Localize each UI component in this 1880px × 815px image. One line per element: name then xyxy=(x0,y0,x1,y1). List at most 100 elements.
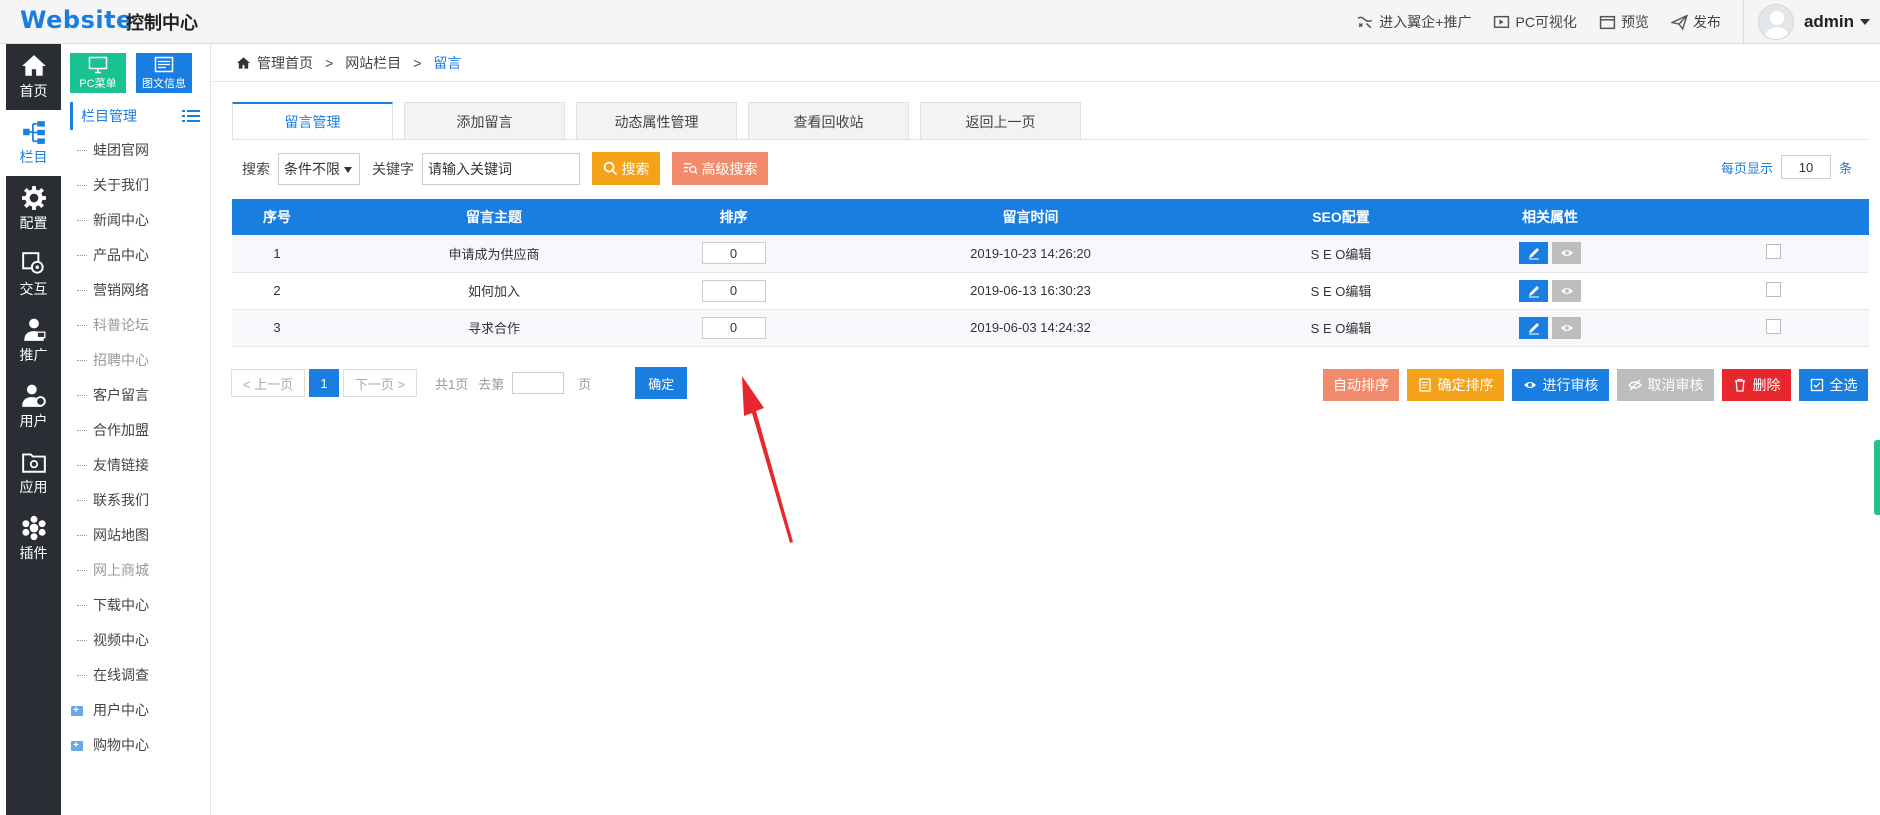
view-button[interactable] xyxy=(1552,242,1581,265)
user-menu[interactable]: admin xyxy=(1742,0,1880,44)
expand-icon[interactable] xyxy=(71,693,83,728)
sidebar-item[interactable]: 招聘中心 xyxy=(61,343,210,378)
audit-button[interactable]: 进行审核 xyxy=(1512,369,1609,401)
prev-page-button[interactable]: < 上一页 xyxy=(231,369,305,397)
sort-input[interactable] xyxy=(701,279,766,302)
condition-select[interactable]: 条件不限 xyxy=(278,152,360,185)
sidebar-item[interactable]: 联系我们 xyxy=(61,483,210,518)
sidebar-item[interactable]: 视频中心 xyxy=(61,623,210,658)
preview-link-label: 预览 xyxy=(1620,14,1649,30)
trash-icon xyxy=(1734,378,1745,392)
sidebar-item[interactable]: 营销网络 xyxy=(61,273,210,308)
publish-link[interactable]: 发布 xyxy=(1670,12,1721,32)
pc-visual-link[interactable]: PC可视化 xyxy=(1493,12,1577,32)
nav-promote[interactable]: 推广 xyxy=(6,308,61,374)
tab-divider xyxy=(232,139,1869,140)
pencil-icon xyxy=(1528,248,1539,260)
user-icon xyxy=(21,384,46,407)
sidebar-item-user-center[interactable]: 用户中心 xyxy=(61,693,210,728)
delete-button[interactable]: 删除 xyxy=(1722,369,1791,401)
row-checkbox[interactable] xyxy=(1766,281,1781,297)
goto-confirm-button[interactable]: 确定 xyxy=(635,367,688,399)
sidebar-item[interactable]: 客户留言 xyxy=(61,378,210,413)
edit-button[interactable] xyxy=(1519,242,1548,265)
row-seo-link[interactable]: S E O编辑 xyxy=(1260,272,1422,310)
cancel-audit-button[interactable]: 取消审核 xyxy=(1617,369,1714,401)
side-handle[interactable] xyxy=(1874,440,1880,515)
sidebar-item[interactable]: 网站地图 xyxy=(61,518,210,553)
nav-app[interactable]: 应用 xyxy=(6,440,61,506)
breadcrumb-section[interactable]: 网站栏目 xyxy=(345,53,401,73)
breadcrumb-separator: > xyxy=(413,54,422,71)
sidebar-item-label: 购物中心 xyxy=(93,737,149,753)
nav-interaction[interactable]: 交互 xyxy=(6,242,61,308)
nav-plugin[interactable]: 插件 xyxy=(6,506,61,572)
row-sort-cell xyxy=(666,309,801,347)
interaction-icon xyxy=(21,252,44,274)
view-button[interactable] xyxy=(1552,316,1581,339)
row-actions xyxy=(1422,272,1678,310)
pencil-icon xyxy=(1528,322,1539,334)
document-icon xyxy=(1418,378,1431,392)
list-icon[interactable] xyxy=(182,109,200,123)
row-checkbox[interactable] xyxy=(1766,244,1781,260)
nav-user-label: 用户 xyxy=(19,413,48,429)
sort-input[interactable] xyxy=(701,316,766,339)
per-page-control: 每页显示 条 xyxy=(1721,155,1852,179)
row-seo-link[interactable]: S E O编辑 xyxy=(1260,309,1422,347)
sidebar-item[interactable]: 产品中心 xyxy=(61,238,210,273)
auto-sort-button[interactable]: 自动排序 xyxy=(1323,369,1399,401)
sidebar-item[interactable]: 合作加盟 xyxy=(61,413,210,448)
sidebar-item[interactable]: 在线调查 xyxy=(61,658,210,693)
sidebar-item[interactable]: 关于我们 xyxy=(61,168,210,203)
nav-plugin-label: 插件 xyxy=(19,545,48,561)
tab-dynamic-attributes[interactable]: 动态属性管理 xyxy=(576,102,737,140)
sidebar-item[interactable]: 蛙团官网 xyxy=(61,133,210,168)
tab-add-message[interactable]: 添加留言 xyxy=(404,102,565,140)
confirm-sort-button[interactable]: 确定排序 xyxy=(1407,369,1504,401)
tab-recycle-bin[interactable]: 查看回收站 xyxy=(748,102,909,140)
sidebar-item[interactable]: 下载中心 xyxy=(61,588,210,623)
nav-column[interactable]: 栏目 xyxy=(6,110,61,176)
goto-page-input[interactable] xyxy=(512,372,565,394)
row-subject[interactable]: 寻求合作 xyxy=(322,309,666,347)
breadcrumb-home[interactable]: 管理首页 xyxy=(257,53,313,73)
article-info-button[interactable]: 图文信息 xyxy=(136,53,192,93)
nav-home[interactable]: 首页 xyxy=(6,44,61,110)
row-checkbox[interactable] xyxy=(1766,318,1781,334)
tab-message-management[interactable]: 留言管理 xyxy=(232,102,393,140)
search-button-label: 搜索 xyxy=(621,160,650,177)
row-number: 2 xyxy=(232,272,322,310)
next-page-button[interactable]: 下一页 > xyxy=(343,369,417,397)
sidebar-item-shopping-center[interactable]: 购物中心 xyxy=(61,728,210,763)
promotion-link[interactable]: 进入翼企+推广 xyxy=(1357,12,1471,32)
search-bar: 搜索 条件不限 关键字 搜索 高级搜索 xyxy=(242,152,768,185)
col-subject: 留言主题 xyxy=(322,199,666,235)
sidebar-item[interactable]: 科普论坛 xyxy=(61,308,210,343)
site-logo[interactable]: Website xyxy=(20,6,133,34)
nav-config[interactable]: 配置 xyxy=(6,176,61,242)
preview-link[interactable]: 预览 xyxy=(1599,12,1649,32)
page-1-button[interactable]: 1 xyxy=(309,369,339,397)
edit-button[interactable] xyxy=(1519,316,1548,339)
sidebar-item[interactable]: 友情链接 xyxy=(61,448,210,483)
sort-input[interactable] xyxy=(701,242,766,265)
row-subject[interactable]: 申请成为供应商 xyxy=(322,235,666,273)
row-time: 2019-06-03 14:24:32 xyxy=(801,309,1260,347)
search-button[interactable]: 搜索 xyxy=(592,152,660,185)
view-button[interactable] xyxy=(1552,279,1581,302)
sidebar-item[interactable]: 网上商城 xyxy=(61,553,210,588)
expand-icon[interactable] xyxy=(71,728,83,763)
nav-user[interactable]: 用户 xyxy=(6,374,61,440)
pc-menu-button[interactable]: PC菜单 xyxy=(70,53,126,93)
tab-back[interactable]: 返回上一页 xyxy=(920,102,1081,140)
per-page-input[interactable] xyxy=(1780,155,1831,179)
edit-button[interactable] xyxy=(1519,279,1548,302)
row-seo-link[interactable]: S E O编辑 xyxy=(1260,235,1422,273)
row-subject[interactable]: 如何加入 xyxy=(322,272,666,310)
keyword-input[interactable] xyxy=(422,152,580,185)
sidebar-item[interactable]: 新闻中心 xyxy=(61,203,210,238)
advanced-search-button[interactable]: 高级搜索 xyxy=(672,152,768,185)
select-all-button[interactable]: 全选 xyxy=(1799,369,1868,401)
column-management-header[interactable]: 栏目管理 xyxy=(70,102,210,130)
